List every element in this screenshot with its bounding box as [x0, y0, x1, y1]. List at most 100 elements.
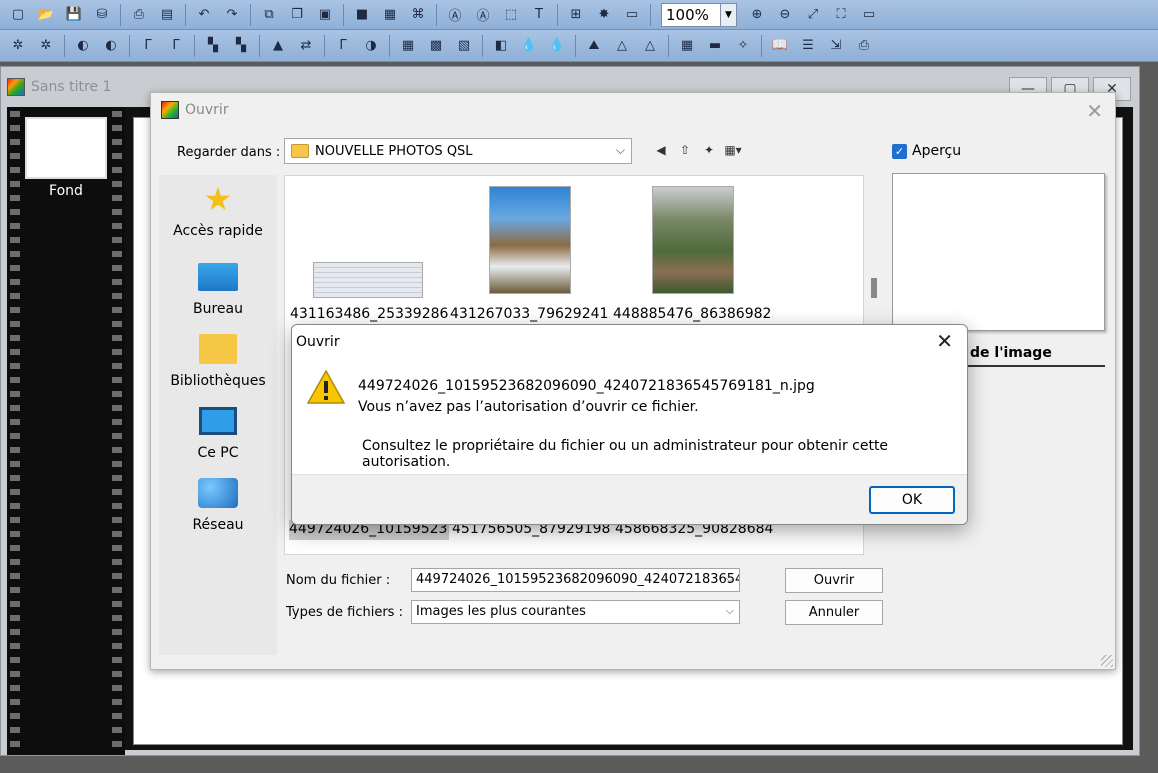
file-thumbnail[interactable]: 431163486_25339286... [290, 262, 450, 322]
tree-icon[interactable]: ⊞ [565, 4, 587, 26]
open-button[interactable]: Ouvrir [785, 568, 883, 593]
chevron-down-icon[interactable]: ⌵ [616, 143, 625, 158]
auto-gamma-icon[interactable]: Γ [332, 35, 354, 57]
toolbar-separator [668, 34, 669, 57]
mountain-icon[interactable]: ⛰ [583, 35, 605, 57]
layer-thumbnail[interactable] [25, 117, 107, 179]
copy-layer-icon[interactable]: ⧉ [258, 4, 280, 26]
contrast-up-icon[interactable]: ◐ [100, 35, 122, 57]
preview-panel [892, 173, 1105, 331]
gamma-up-icon[interactable]: Γ [165, 35, 187, 57]
save-icon[interactable]: 💾 [63, 4, 85, 26]
film-sprockets [112, 107, 122, 755]
star-icon: ★ [203, 180, 233, 218]
gamma-down-icon[interactable]: Γ [137, 35, 159, 57]
book-icon[interactable]: 📖 [769, 35, 791, 57]
place-label: Ce PC [197, 445, 239, 461]
triangle-outline-icon[interactable]: △ [639, 35, 661, 57]
undo-icon[interactable]: ↶ [193, 4, 215, 26]
paste-icon[interactable]: ▣ [314, 4, 336, 26]
drop-icon[interactable]: 💧 [518, 35, 540, 57]
place-label: Réseau [192, 517, 244, 533]
zoom-value[interactable]: 100% [661, 2, 721, 27]
text-a-icon[interactable]: Ⓐ [472, 4, 494, 26]
chevron-down-icon[interactable]: ▼ [721, 2, 737, 27]
look-in-combo[interactable]: NOUVELLE PHOTOS QSL ⌵ [284, 138, 632, 164]
print-icon[interactable]: ⎙ [128, 4, 150, 26]
merge-icon[interactable]: ❐ [286, 4, 308, 26]
texture-icon[interactable]: ▧ [453, 35, 475, 57]
redo-icon[interactable]: ↷ [221, 4, 243, 26]
open-dialog-titlebar[interactable]: Ouvrir ✕ [151, 93, 1115, 127]
triangle-icon[interactable]: △ [611, 35, 633, 57]
filter-icon[interactable]: ⌘ [407, 4, 429, 26]
error-message-box: Ouvrir ✕ 449724026_10159523682096090_424… [291, 324, 968, 525]
file-thumbnail[interactable]: 448885476_86386982... [613, 186, 773, 322]
close-icon[interactable]: ✕ [1086, 99, 1103, 123]
brightness-up-icon[interactable]: ✲ [35, 35, 57, 57]
zoom-out-icon[interactable]: ⊖ [774, 4, 796, 26]
brightness-down-icon[interactable]: ✲ [7, 35, 29, 57]
sparkle-icon[interactable]: ✧ [732, 35, 754, 57]
message-box-title: Ouvrir [296, 334, 340, 350]
shape-icon[interactable]: ■ [351, 4, 373, 26]
file-list-scrollbar[interactable] [871, 278, 877, 298]
resize-grip[interactable] [1101, 655, 1113, 667]
zoom-in-icon[interactable]: ⊕ [746, 4, 768, 26]
print-page-icon[interactable]: ⎙ [853, 35, 875, 57]
effect-icon[interactable]: ✸ [593, 4, 615, 26]
chevron-down-icon[interactable]: ⌵ [726, 572, 734, 586]
select-icon[interactable]: ⬚ [500, 4, 522, 26]
message-text: Vous n’avez pas l’autorisation d’ouvrir … [358, 399, 699, 415]
color-up-icon[interactable]: ▚ [230, 35, 252, 57]
message-box-footer: OK [292, 474, 967, 524]
warning-icon [306, 369, 346, 404]
file-type-select[interactable]: Images les plus courantes ⌵ [411, 600, 740, 624]
place-this-pc[interactable]: Ce PC [159, 403, 277, 461]
drops-icon[interactable]: 💧 [546, 35, 568, 57]
export-icon[interactable]: ⇲ [825, 35, 847, 57]
levels-icon[interactable]: ▲ [267, 35, 289, 57]
fit-page-icon[interactable]: ⛶ [830, 4, 852, 26]
color-down-icon[interactable]: ▚ [202, 35, 224, 57]
fit-icon[interactable]: ⤢ [802, 4, 824, 26]
auto-contrast-icon[interactable]: ◑ [360, 35, 382, 57]
up-folder-icon[interactable]: ⇧ [675, 139, 695, 161]
layer-filmstrip: Fond [7, 107, 125, 755]
close-icon[interactable]: ✕ [936, 329, 953, 353]
half-tone-icon[interactable]: ◧ [490, 35, 512, 57]
save-as-icon[interactable]: ⛁ [91, 4, 113, 26]
new-file-icon[interactable]: ▢ [7, 4, 29, 26]
text-frame-icon[interactable]: Ⓐ [444, 4, 466, 26]
fullscreen-icon[interactable]: ▭ [858, 4, 880, 26]
text-t-icon[interactable]: T [528, 4, 550, 26]
window-icon[interactable]: ▭ [621, 4, 643, 26]
preview-checkbox[interactable]: ✓ Aperçu [892, 143, 961, 159]
color-grid-icon[interactable]: ▦ [379, 4, 401, 26]
chevron-down-icon[interactable]: ⌵ [726, 604, 734, 618]
balance-icon[interactable]: ⇄ [295, 35, 317, 57]
file-name-input[interactable]: 449724026_10159523682096090_424072183654… [411, 568, 740, 592]
new-folder-icon[interactable]: ✦ [699, 139, 719, 161]
back-icon[interactable]: ◀ [651, 139, 671, 161]
scanner-icon[interactable]: ▤ [156, 4, 178, 26]
file-thumbnail[interactable]: 431267033_79629241... [450, 186, 610, 322]
place-network[interactable]: Réseau [159, 475, 277, 533]
stack-icon[interactable]: ☰ [797, 35, 819, 57]
place-quick-access[interactable]: ★ Accès rapide [159, 180, 277, 239]
mosaic-icon[interactable]: ▩ [425, 35, 447, 57]
place-libraries[interactable]: Bibliothèques [159, 331, 277, 389]
toolbar-separator [250, 3, 251, 26]
zoom-combo[interactable]: 100% ▼ [661, 2, 737, 27]
pixel-grid-icon[interactable]: ▦ [397, 35, 419, 57]
view-menu-icon[interactable]: ▦▾ [723, 139, 743, 161]
cancel-button[interactable]: Annuler [785, 600, 883, 625]
contrast-down-icon[interactable]: ◐ [72, 35, 94, 57]
ok-button[interactable]: OK [869, 486, 955, 514]
palette-icon[interactable]: ▦ [676, 35, 698, 57]
open-folder-icon[interactable]: 📂 [35, 4, 57, 26]
app-icon [161, 101, 179, 119]
place-desktop[interactable]: Bureau [159, 259, 277, 317]
gradient-icon[interactable]: ▬ [704, 35, 726, 57]
toolbar-separator [120, 3, 121, 26]
